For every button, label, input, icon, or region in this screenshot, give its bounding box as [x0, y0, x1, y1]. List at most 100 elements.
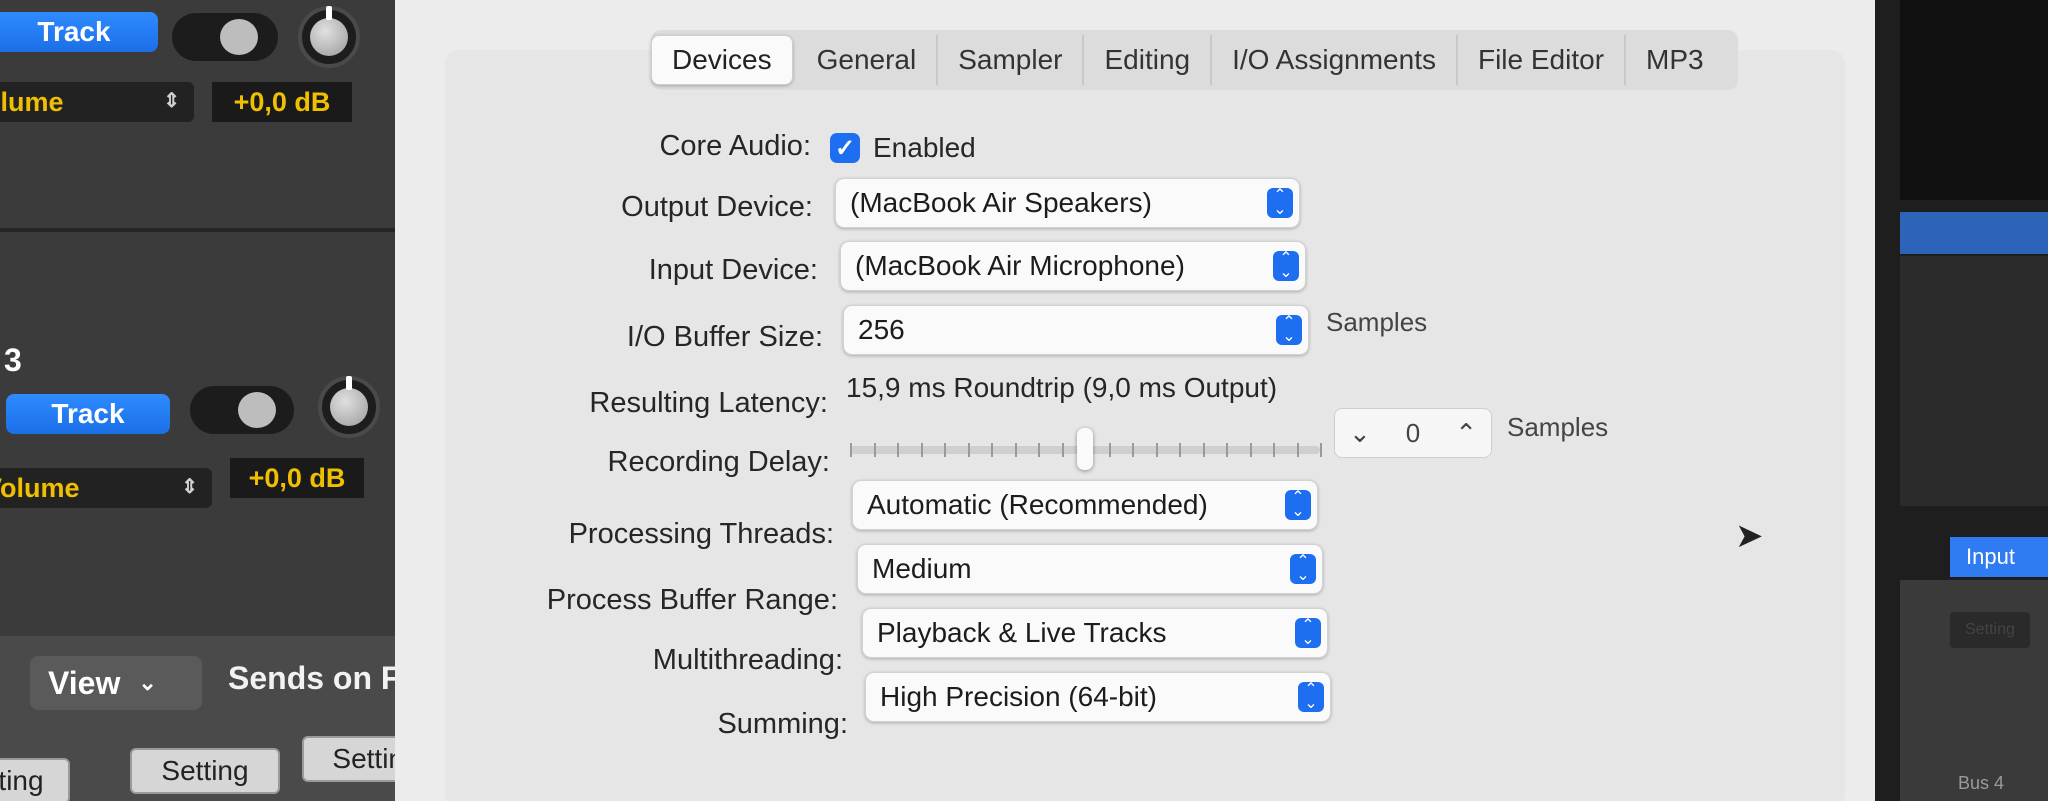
- volume-select[interactable]: Volume ⇕: [0, 468, 212, 508]
- resulting-latency-value: 15,9 ms Roundtrip (9,0 ms Output): [846, 372, 1278, 403]
- updown-chevron-icon: ⌃ ⌄: [1285, 490, 1311, 520]
- io-buffer-size-label: I/O Buffer Size:: [626, 321, 823, 353]
- processing-threads-popup[interactable]: Automatic (Recommended) ⌃ ⌄: [852, 480, 1318, 530]
- mouse-pointer-icon: ➤: [1735, 517, 1764, 555]
- view-label: View: [48, 664, 121, 701]
- tab-editing[interactable]: Editing: [1084, 35, 1213, 85]
- volume-select[interactable]: Volume ⇕: [0, 82, 194, 122]
- selected-track-band: [1900, 212, 2048, 254]
- volume-value: +0,0 dB: [212, 82, 352, 122]
- process-buffer-range-label: Process Buffer Range:: [546, 584, 838, 616]
- updown-chevron-icon: ⇕: [181, 476, 198, 498]
- input-device-label: Input Device:: [648, 254, 818, 286]
- preferences-tab-bar: Devices General Sampler Editing I/O Assi…: [651, 30, 1738, 90]
- output-device-popup[interactable]: (MacBook Air Speakers) ⌃ ⌄: [835, 178, 1300, 228]
- input-tab[interactable]: Input: [1950, 537, 2048, 577]
- slider-tick: [1226, 443, 1228, 457]
- recording-delay-units: Samples: [1507, 412, 1609, 442]
- bus-label: Bus 4: [1958, 773, 2005, 793]
- processing-threads-label: Processing Threads:: [568, 518, 834, 550]
- track-area: [1900, 256, 2048, 506]
- mixer-toolbar: View ⌄ Sends on Fa Setting Setting Setti…: [0, 636, 430, 801]
- slider-tick: [873, 443, 876, 457]
- tab-sampler[interactable]: Sampler: [938, 35, 1085, 85]
- track-toggle[interactable]: [172, 13, 278, 61]
- volume-label: Volume: [0, 472, 80, 503]
- chevron-up-icon[interactable]: ⌃: [1455, 418, 1477, 449]
- pan-knob[interactable]: [298, 6, 360, 68]
- slider-tick: [944, 443, 946, 457]
- toggle-knob: [238, 392, 276, 428]
- updown-chevron-icon: ⌃ ⌄: [1273, 251, 1299, 281]
- slider-tick: [897, 443, 899, 457]
- slider-tick: [1320, 443, 1322, 457]
- setting-button[interactable]: Setting: [1950, 612, 2030, 648]
- slider-tick: [991, 443, 993, 457]
- slider-tick: [1038, 443, 1040, 457]
- updown-chevron-icon: ⌃ ⌄: [1290, 554, 1316, 584]
- recording-delay-stepper[interactable]: ⌄ 0 ⌃: [1334, 408, 1492, 458]
- pan-knob-cap: [330, 388, 368, 426]
- multithreading-value: Playback & Live Tracks: [877, 617, 1167, 648]
- recording-delay-value: 0: [1405, 417, 1421, 448]
- mixer-panel: Track Volume ⇕ +0,0 dB 3 Track Volume ⇕ …: [0, 0, 430, 801]
- io-buffer-units: Samples: [1326, 307, 1428, 337]
- output-device-label: Output Device:: [621, 191, 813, 223]
- chevron-down-icon[interactable]: ⌄: [1349, 418, 1371, 449]
- process-buffer-range-popup[interactable]: Medium ⌃ ⌄: [857, 544, 1323, 594]
- tab-file-editor[interactable]: File Editor: [1458, 35, 1627, 85]
- recording-delay-label: Recording Delay:: [607, 446, 830, 478]
- updown-chevron-icon: ⌃ ⌄: [1267, 188, 1293, 218]
- core-audio-label: Core Audio:: [659, 130, 811, 162]
- process-buffer-range-value: Medium: [872, 553, 972, 584]
- chevron-down-icon: ⌄: [138, 670, 157, 695]
- slider-tick: [1155, 443, 1158, 457]
- slider-tick: [967, 443, 970, 457]
- tab-io-assignments[interactable]: I/O Assignments: [1212, 35, 1458, 85]
- io-buffer-size-value: 256: [858, 314, 905, 345]
- slider-tick: [1014, 443, 1017, 457]
- sends-on-faders-label[interactable]: Sends on Fa: [228, 660, 418, 697]
- input-device-popup[interactable]: (MacBook Air Microphone) ⌃ ⌄: [840, 241, 1306, 291]
- summing-value: High Precision (64-bit): [880, 681, 1157, 712]
- setting-button[interactable]: Setting: [130, 748, 280, 794]
- slider-tick: [1296, 443, 1299, 457]
- view-menu-button[interactable]: View ⌄: [30, 656, 202, 710]
- setting-label: Setting: [0, 765, 44, 796]
- input-device-value: (MacBook Air Microphone): [855, 250, 1185, 281]
- track-button[interactable]: Track: [0, 12, 158, 52]
- io-buffer-size-popup[interactable]: 256 ⌃ ⌄: [843, 305, 1309, 355]
- setting-label: Setting: [161, 755, 249, 786]
- pan-knob-cap: [310, 18, 348, 56]
- volume-value: +0,0 dB: [230, 458, 364, 498]
- screen: Track Volume ⇕ +0,0 dB 3 Track Volume ⇕ …: [0, 0, 2048, 801]
- recording-delay-slider-thumb[interactable]: [1077, 428, 1093, 470]
- updown-chevron-icon: ⌃ ⌄: [1295, 618, 1321, 648]
- channel-divider: [0, 228, 430, 232]
- core-audio-checkbox[interactable]: ✓: [830, 133, 860, 163]
- toggle-knob: [220, 19, 258, 55]
- summing-popup[interactable]: High Precision (64-bit) ⌃ ⌄: [865, 672, 1331, 722]
- updown-chevron-icon: ⌃ ⌄: [1276, 315, 1302, 345]
- pan-knob[interactable]: [318, 376, 380, 438]
- slider-tick: [850, 443, 852, 457]
- slider-tick: [1249, 443, 1252, 457]
- updown-chevron-icon: ⌃ ⌄: [1298, 682, 1324, 712]
- track-button[interactable]: Track: [6, 394, 170, 434]
- slider-tick: [1108, 443, 1111, 457]
- slider-tick: [1061, 443, 1064, 457]
- header-band: [1900, 0, 2048, 200]
- slider-tick: [1132, 443, 1134, 457]
- updown-chevron-icon: ⇕: [163, 90, 180, 112]
- tab-mp3[interactable]: MP3: [1626, 35, 1724, 85]
- volume-label: Volume: [0, 86, 64, 117]
- slider-tick: [920, 443, 923, 457]
- multithreading-label: Multithreading:: [652, 644, 843, 676]
- tab-general[interactable]: General: [797, 35, 939, 85]
- tab-devices[interactable]: Devices: [651, 35, 793, 85]
- multithreading-popup[interactable]: Playback & Live Tracks ⌃ ⌄: [862, 608, 1328, 658]
- pan-knob-indicator: [346, 376, 352, 390]
- track-toggle[interactable]: [190, 386, 294, 434]
- setting-button[interactable]: Setting: [0, 758, 70, 801]
- slider-tick: [1202, 443, 1205, 457]
